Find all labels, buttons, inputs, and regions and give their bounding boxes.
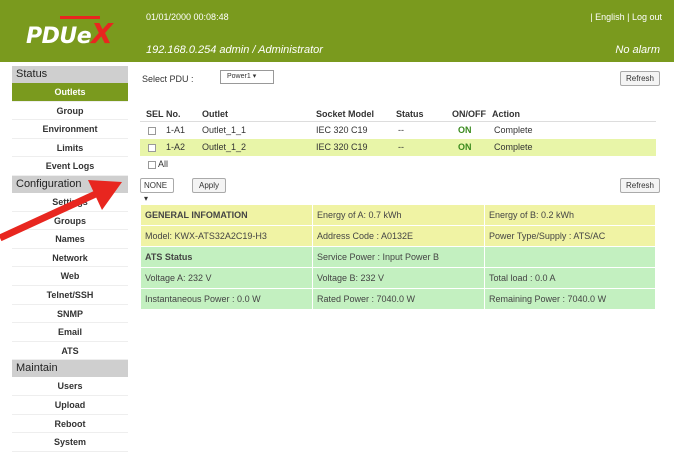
bulk-select-value: NONE (144, 181, 168, 190)
energy-b: Energy of B: 0.2 kWh (484, 204, 656, 226)
row-socket: IEC 320 C19 (316, 142, 368, 152)
col-sel: SEL (146, 109, 164, 119)
outlets-table: SEL No. Outlet Socket Model Status ON/OF… (140, 106, 656, 173)
row-no: 1-A1 (166, 125, 186, 135)
select-all-label: All (158, 159, 169, 169)
select-all-checkbox[interactable]: All (148, 156, 168, 173)
row-checkbox[interactable] (148, 122, 156, 139)
row-socket: IEC 320 C19 (316, 125, 368, 135)
sidebar-item-telnet-ssh[interactable]: Telnet/SSH (12, 286, 128, 305)
apply-button[interactable]: Apply (192, 178, 226, 193)
select-pdu-label: Select PDU : (142, 74, 194, 84)
sidebar-item-ats[interactable]: ATS (12, 342, 128, 361)
col-status: Status (396, 109, 424, 119)
row-status: -- (398, 142, 404, 152)
sidebar-item-upload[interactable]: Upload (12, 396, 128, 415)
logo-x: X (91, 17, 113, 50)
link-separator: | (590, 12, 593, 22)
chevron-down-icon: ▾ (252, 73, 257, 80)
table-row: 1-A2 Outlet_1_2 IEC 320 C19 -- ON Comple… (140, 139, 656, 156)
row-action: Complete (494, 142, 533, 152)
rated-power: Rated Power : 7040.0 W (312, 288, 485, 310)
row-onoff[interactable]: ON (458, 122, 472, 139)
sidebar-item-group[interactable]: Group (12, 102, 128, 121)
select-all-row: All (140, 156, 656, 173)
energy-a: Energy of A: 0.7 kWh (312, 204, 485, 226)
table-row: 1-A1 Outlet_1_1 IEC 320 C19 -- ON Comple… (140, 122, 656, 139)
checkbox-box (148, 160, 156, 169)
sidebar-item-system[interactable]: System (12, 433, 128, 452)
voltage-a: Voltage A: 232 V (140, 267, 313, 289)
col-socket-model: Socket Model (316, 109, 375, 119)
logo: PDUeX (26, 17, 113, 50)
address-code: Address Code : A0132E (312, 225, 485, 247)
pdu-select[interactable]: Power1 ▾ (220, 70, 274, 84)
logo-text: PDUe (26, 24, 92, 49)
header-links: | English | Log out (590, 12, 662, 22)
refresh-button-2[interactable]: Refresh (620, 178, 660, 193)
sidebar-item-outlets[interactable]: Outlets (12, 83, 128, 102)
table-header: SEL No. Outlet Socket Model Status ON/OF… (140, 106, 656, 122)
checkbox-box (148, 143, 156, 152)
power-type: Power Type/Supply : ATS/AC (484, 225, 656, 247)
info-row: Voltage A: 232 V Voltage B: 232 V Total … (140, 267, 656, 289)
checkbox-box (148, 126, 156, 135)
row-status: -- (398, 125, 404, 135)
row-no: 1-A2 (166, 142, 186, 152)
empty-cell (484, 246, 656, 268)
sidebar-item-environment[interactable]: Environment (12, 120, 128, 139)
top-header: PDUeX 01/01/2000 00:08:48 | English | Lo… (0, 0, 674, 62)
annotation-arrow-icon (0, 180, 122, 242)
datetime: 01/01/2000 00:08:48 (146, 12, 229, 22)
col-action: Action (492, 109, 520, 119)
info-row: GENERAL INFOMATION Energy of A: 0.7 kWh … (140, 204, 656, 226)
ats-status-title: ATS Status (140, 246, 313, 268)
english-link[interactable]: English (595, 12, 625, 22)
info-row: ATS Status Service Power : Input Power B (140, 246, 656, 268)
col-no: No. (166, 109, 181, 119)
logout-link[interactable]: Log out (632, 12, 662, 22)
info-table: GENERAL INFOMATION Energy of A: 0.7 kWh … (140, 204, 656, 310)
general-info-title: GENERAL INFOMATION (140, 204, 313, 226)
main-content: Select PDU : Power1 ▾ Refresh SEL No. Ou… (136, 62, 674, 454)
remaining-power: Remaining Power : 7040.0 W (484, 288, 656, 310)
col-onoff: ON/OFF (452, 109, 486, 119)
info-row: Model: KWX-ATS32A2C19-H3 Address Code : … (140, 225, 656, 247)
row-action: Complete (494, 125, 533, 135)
chevron-down-icon: ▾ (144, 194, 149, 203)
sidebar-item-users[interactable]: Users (12, 377, 128, 396)
row-onoff[interactable]: ON (458, 139, 472, 156)
total-load: Total load : 0.0 A (484, 267, 656, 289)
sidebar-section-maintain: Maintain (12, 360, 128, 378)
ip-user-info: 192.168.0.254 admin / Administrator (146, 44, 323, 56)
info-row: Instantaneous Power : 0.0 W Rated Power … (140, 288, 656, 310)
pdu-select-value: Power1 (227, 73, 251, 80)
col-outlet: Outlet (202, 109, 228, 119)
row-checkbox[interactable] (148, 139, 156, 156)
bulk-action-select[interactable]: NONE ▾ (140, 178, 174, 203)
alarm-status: No alarm (615, 44, 660, 56)
sidebar-item-snmp[interactable]: SNMP (12, 305, 128, 324)
sidebar-item-email[interactable]: Email (12, 323, 128, 342)
instantaneous-power: Instantaneous Power : 0.0 W (140, 288, 313, 310)
row-outlet: Outlet_1_1 (202, 125, 247, 135)
row-outlet: Outlet_1_2 (202, 142, 247, 152)
refresh-button[interactable]: Refresh (620, 71, 660, 86)
link-separator: | (627, 12, 630, 22)
model: Model: KWX-ATS32A2C19-H3 (140, 225, 313, 247)
sidebar-item-limits[interactable]: Limits (12, 139, 128, 158)
arrow-shaft (0, 188, 102, 242)
sidebar-item-reboot[interactable]: Reboot (12, 415, 128, 434)
sidebar-section-status: Status (12, 66, 128, 83)
service-power: Service Power : Input Power B (312, 246, 485, 268)
voltage-b: Voltage B: 232 V (312, 267, 485, 289)
